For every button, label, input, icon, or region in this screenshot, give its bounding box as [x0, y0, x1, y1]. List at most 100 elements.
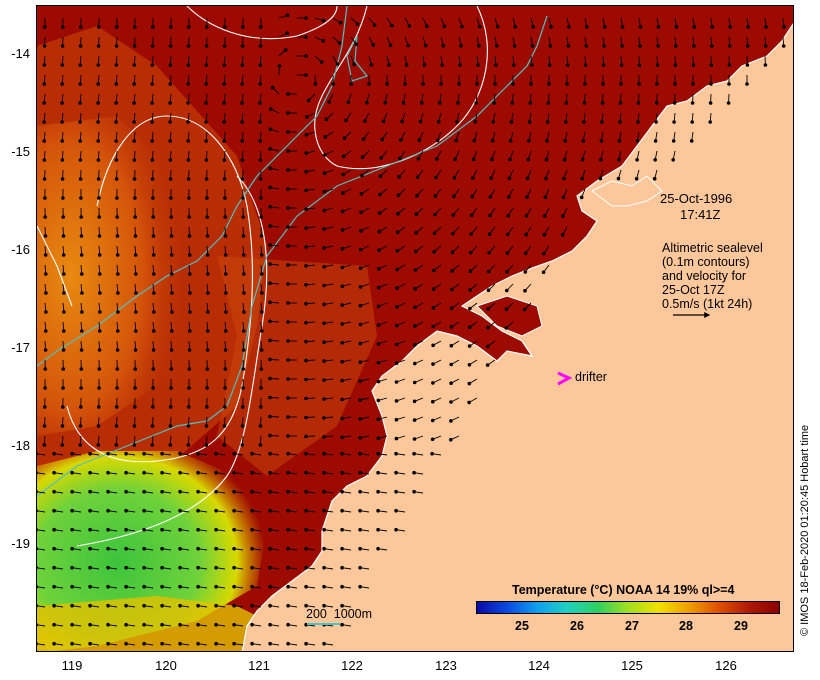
vector-head	[414, 231, 418, 235]
vector-head	[222, 443, 227, 447]
colorbar-label: 27	[625, 619, 639, 633]
vector-head	[114, 63, 119, 67]
vector-head	[106, 508, 110, 513]
vector-head	[376, 360, 381, 365]
vector-head	[214, 527, 218, 532]
vector-head	[486, 307, 491, 311]
vector-head	[394, 508, 398, 513]
vector-head	[250, 489, 254, 494]
vector-head	[394, 417, 399, 422]
vector-head	[673, 82, 677, 86]
vector-head	[617, 158, 621, 162]
vector-head	[224, 272, 228, 276]
vector-head	[133, 25, 137, 29]
vector-head	[114, 443, 119, 447]
vector-head	[425, 24, 429, 29]
vector-head	[547, 63, 552, 67]
vector-head	[96, 158, 101, 162]
vector-head	[268, 166, 272, 171]
vector-head	[358, 584, 362, 589]
vector-head	[97, 196, 101, 200]
vector-head	[268, 451, 272, 456]
vector-head	[240, 44, 245, 48]
vector-head	[214, 470, 218, 475]
vector-head	[620, 44, 624, 48]
vector-head	[505, 270, 509, 274]
sst-map[interactable]	[36, 5, 794, 652]
vector-head	[160, 584, 164, 589]
vector-head	[471, 176, 475, 180]
vector-head	[160, 489, 164, 494]
vector-head	[232, 451, 236, 456]
vector-head	[728, 44, 732, 48]
vector-head	[214, 565, 218, 570]
vector-head	[376, 546, 380, 551]
vector-head	[132, 139, 136, 143]
vector-head	[388, 43, 393, 48]
vector-head	[240, 63, 245, 67]
vector-head	[340, 435, 344, 440]
vector-head	[204, 177, 209, 181]
vector-head	[372, 23, 377, 27]
vector-head	[43, 215, 47, 219]
vector-head	[637, 63, 642, 67]
vector-head	[655, 82, 659, 86]
vector-head	[88, 527, 92, 532]
vector-head	[413, 343, 417, 347]
vector-head	[450, 250, 455, 254]
vector-head	[223, 234, 228, 238]
vector-head	[286, 111, 290, 115]
vector-head	[414, 212, 419, 216]
vector-head	[42, 101, 46, 105]
vector-head	[80, 310, 84, 314]
vector-head	[133, 348, 138, 352]
vector-head	[478, 24, 482, 29]
vector-head	[142, 565, 146, 570]
vector-head	[379, 156, 384, 160]
vector-head	[358, 489, 362, 494]
vector-head	[431, 306, 436, 310]
vector-head	[504, 326, 509, 330]
vector-head	[169, 196, 173, 200]
vector-head	[286, 320, 290, 324]
vector-head	[79, 234, 84, 238]
vector-head	[340, 508, 344, 513]
vector-head	[692, 44, 696, 48]
vector-head	[242, 310, 246, 314]
vector-head	[60, 177, 65, 181]
vector-head	[60, 158, 65, 162]
vector-head	[340, 209, 345, 214]
vector-head	[124, 546, 128, 551]
vector-head	[258, 101, 262, 105]
vector-head	[232, 527, 236, 532]
vector-head	[390, 23, 394, 28]
vector-head	[286, 301, 290, 305]
lon-label: 122	[341, 658, 363, 673]
vector-head	[268, 147, 272, 151]
vector-head	[241, 348, 246, 352]
vector-head	[412, 399, 417, 404]
vector-head	[268, 433, 272, 438]
vector-head	[97, 215, 102, 219]
vector-head	[360, 155, 365, 159]
vector-head	[467, 344, 472, 348]
vector-head	[727, 63, 732, 67]
vector-head	[204, 424, 209, 428]
vector-head	[62, 272, 66, 276]
vector-head	[114, 177, 119, 181]
vector-head	[304, 264, 308, 268]
vector-head	[60, 139, 65, 143]
vector-head	[344, 118, 348, 123]
vector-head	[78, 424, 83, 428]
vector-head	[268, 641, 272, 646]
vector-head	[232, 546, 236, 551]
vector-head	[488, 195, 493, 199]
vector-head	[232, 565, 236, 570]
vector-head	[97, 405, 101, 409]
vector-head	[178, 641, 182, 646]
lon-label: 121	[248, 658, 270, 673]
vector-head	[258, 63, 263, 67]
vector-head	[240, 424, 245, 428]
vector-head	[322, 321, 326, 326]
vector-head	[188, 272, 192, 276]
